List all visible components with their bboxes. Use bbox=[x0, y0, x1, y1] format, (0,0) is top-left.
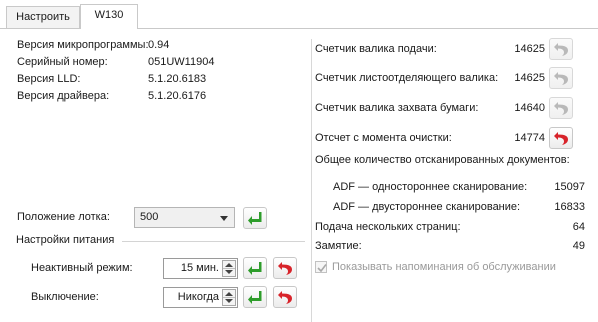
separation-roller-counter-label: Счетчик листоотделяющего валика: bbox=[315, 72, 499, 84]
stepper-down-icon[interactable] bbox=[225, 270, 233, 274]
stepper-divider bbox=[223, 297, 235, 298]
tab-w130[interactable]: W130 bbox=[80, 4, 138, 29]
undo-icon bbox=[554, 132, 568, 145]
firmware-value: 0.94 bbox=[148, 39, 170, 51]
maintenance-reminder-label: Показывать напоминания об обслуживании bbox=[332, 261, 556, 273]
power-off-value: Никогда bbox=[177, 291, 219, 303]
apply-arrow-icon bbox=[248, 291, 262, 304]
pickup-roller-counter-label: Счетчик валика захвата бумаги: bbox=[315, 102, 479, 114]
driver-version-value: 5.1.20.6176 bbox=[148, 90, 207, 102]
power-off-label: Выключение: bbox=[31, 291, 99, 303]
lld-version-label: Версия LLD: bbox=[17, 73, 81, 85]
check-icon bbox=[317, 264, 327, 273]
undo-icon bbox=[278, 291, 292, 304]
stepper-up-icon[interactable] bbox=[225, 263, 233, 267]
reset-feed-roller-button[interactable] bbox=[549, 38, 573, 60]
reset-pickup-roller-button[interactable] bbox=[549, 97, 573, 119]
jam-value: 49 bbox=[572, 240, 585, 252]
undo-icon bbox=[278, 262, 292, 275]
chevron-down-icon bbox=[220, 216, 228, 221]
adf-duplex-value: 16833 bbox=[554, 201, 585, 213]
undo-icon bbox=[554, 72, 568, 85]
separation-roller-counter-value: 14625 bbox=[514, 72, 545, 84]
inactive-mode-value: 15 мин. bbox=[180, 262, 219, 274]
tray-position-value: 500 bbox=[140, 211, 159, 223]
driver-version-label: Версия драйвера: bbox=[17, 90, 110, 102]
maintenance-reminder-checkbox[interactable] bbox=[315, 261, 327, 273]
reset-power-off-button[interactable] bbox=[273, 286, 297, 308]
power-settings-heading: Настройки питания bbox=[16, 234, 115, 246]
apply-power-off-button[interactable] bbox=[243, 286, 267, 308]
adf-simplex-label: ADF — одностороннее сканирование: bbox=[333, 181, 528, 193]
stepper-down-icon[interactable] bbox=[225, 299, 233, 303]
stepper-buttons[interactable] bbox=[222, 289, 236, 306]
jam-label: Замятие: bbox=[315, 240, 362, 252]
total-scanned-heading: Общее количество отсканированных докумен… bbox=[315, 154, 570, 166]
stepper-divider bbox=[223, 268, 235, 269]
reset-since-cleaning-button[interactable] bbox=[549, 127, 573, 149]
tab-configure[interactable]: Настроить bbox=[6, 6, 80, 28]
apply-arrow-icon bbox=[248, 262, 262, 275]
reset-separation-roller-button[interactable] bbox=[549, 67, 573, 89]
tray-position-select[interactable]: 500 bbox=[134, 207, 235, 228]
reset-inactive-button[interactable] bbox=[273, 257, 297, 279]
serial-label: Серийный номер: bbox=[17, 56, 108, 68]
power-off-stepper[interactable]: Никогда bbox=[163, 287, 238, 308]
inactive-mode-stepper[interactable]: 15 мин. bbox=[163, 258, 238, 279]
since-cleaning-counter-value: 14774 bbox=[514, 132, 545, 144]
lld-version-value: 5.1.20.6183 bbox=[148, 73, 207, 85]
tab-bar: Настроить W130 bbox=[0, 0, 598, 29]
apply-tray-button[interactable] bbox=[243, 207, 267, 229]
power-settings-divider bbox=[122, 241, 305, 242]
adf-duplex-label: ADF — двустороннее сканирование: bbox=[333, 201, 521, 213]
undo-icon bbox=[554, 102, 568, 115]
stepper-buttons[interactable] bbox=[222, 260, 236, 277]
device-panel: Версия микропрограммы: 0.94 Серийный ном… bbox=[8, 29, 598, 322]
feed-roller-counter-value: 14625 bbox=[514, 43, 545, 55]
multifeed-label: Подача нескольких страниц: bbox=[315, 221, 461, 233]
feed-roller-counter-label: Счетчик валика подачи: bbox=[315, 43, 437, 55]
pickup-roller-counter-value: 14640 bbox=[514, 102, 545, 114]
multifeed-value: 64 bbox=[572, 221, 585, 233]
stepper-up-icon[interactable] bbox=[225, 292, 233, 296]
tray-position-label: Положение лотка: bbox=[17, 211, 110, 223]
apply-inactive-button[interactable] bbox=[243, 257, 267, 279]
adf-simplex-value: 15097 bbox=[554, 181, 585, 193]
undo-icon bbox=[554, 43, 568, 56]
column-divider bbox=[311, 39, 312, 322]
serial-value: 051UW11904 bbox=[148, 56, 215, 68]
inactive-mode-label: Неактивный режим: bbox=[31, 262, 133, 274]
firmware-label: Версия микропрограммы: bbox=[17, 39, 149, 51]
since-cleaning-counter-label: Отсчет с момента очистки: bbox=[315, 132, 452, 144]
apply-arrow-icon bbox=[248, 212, 262, 225]
